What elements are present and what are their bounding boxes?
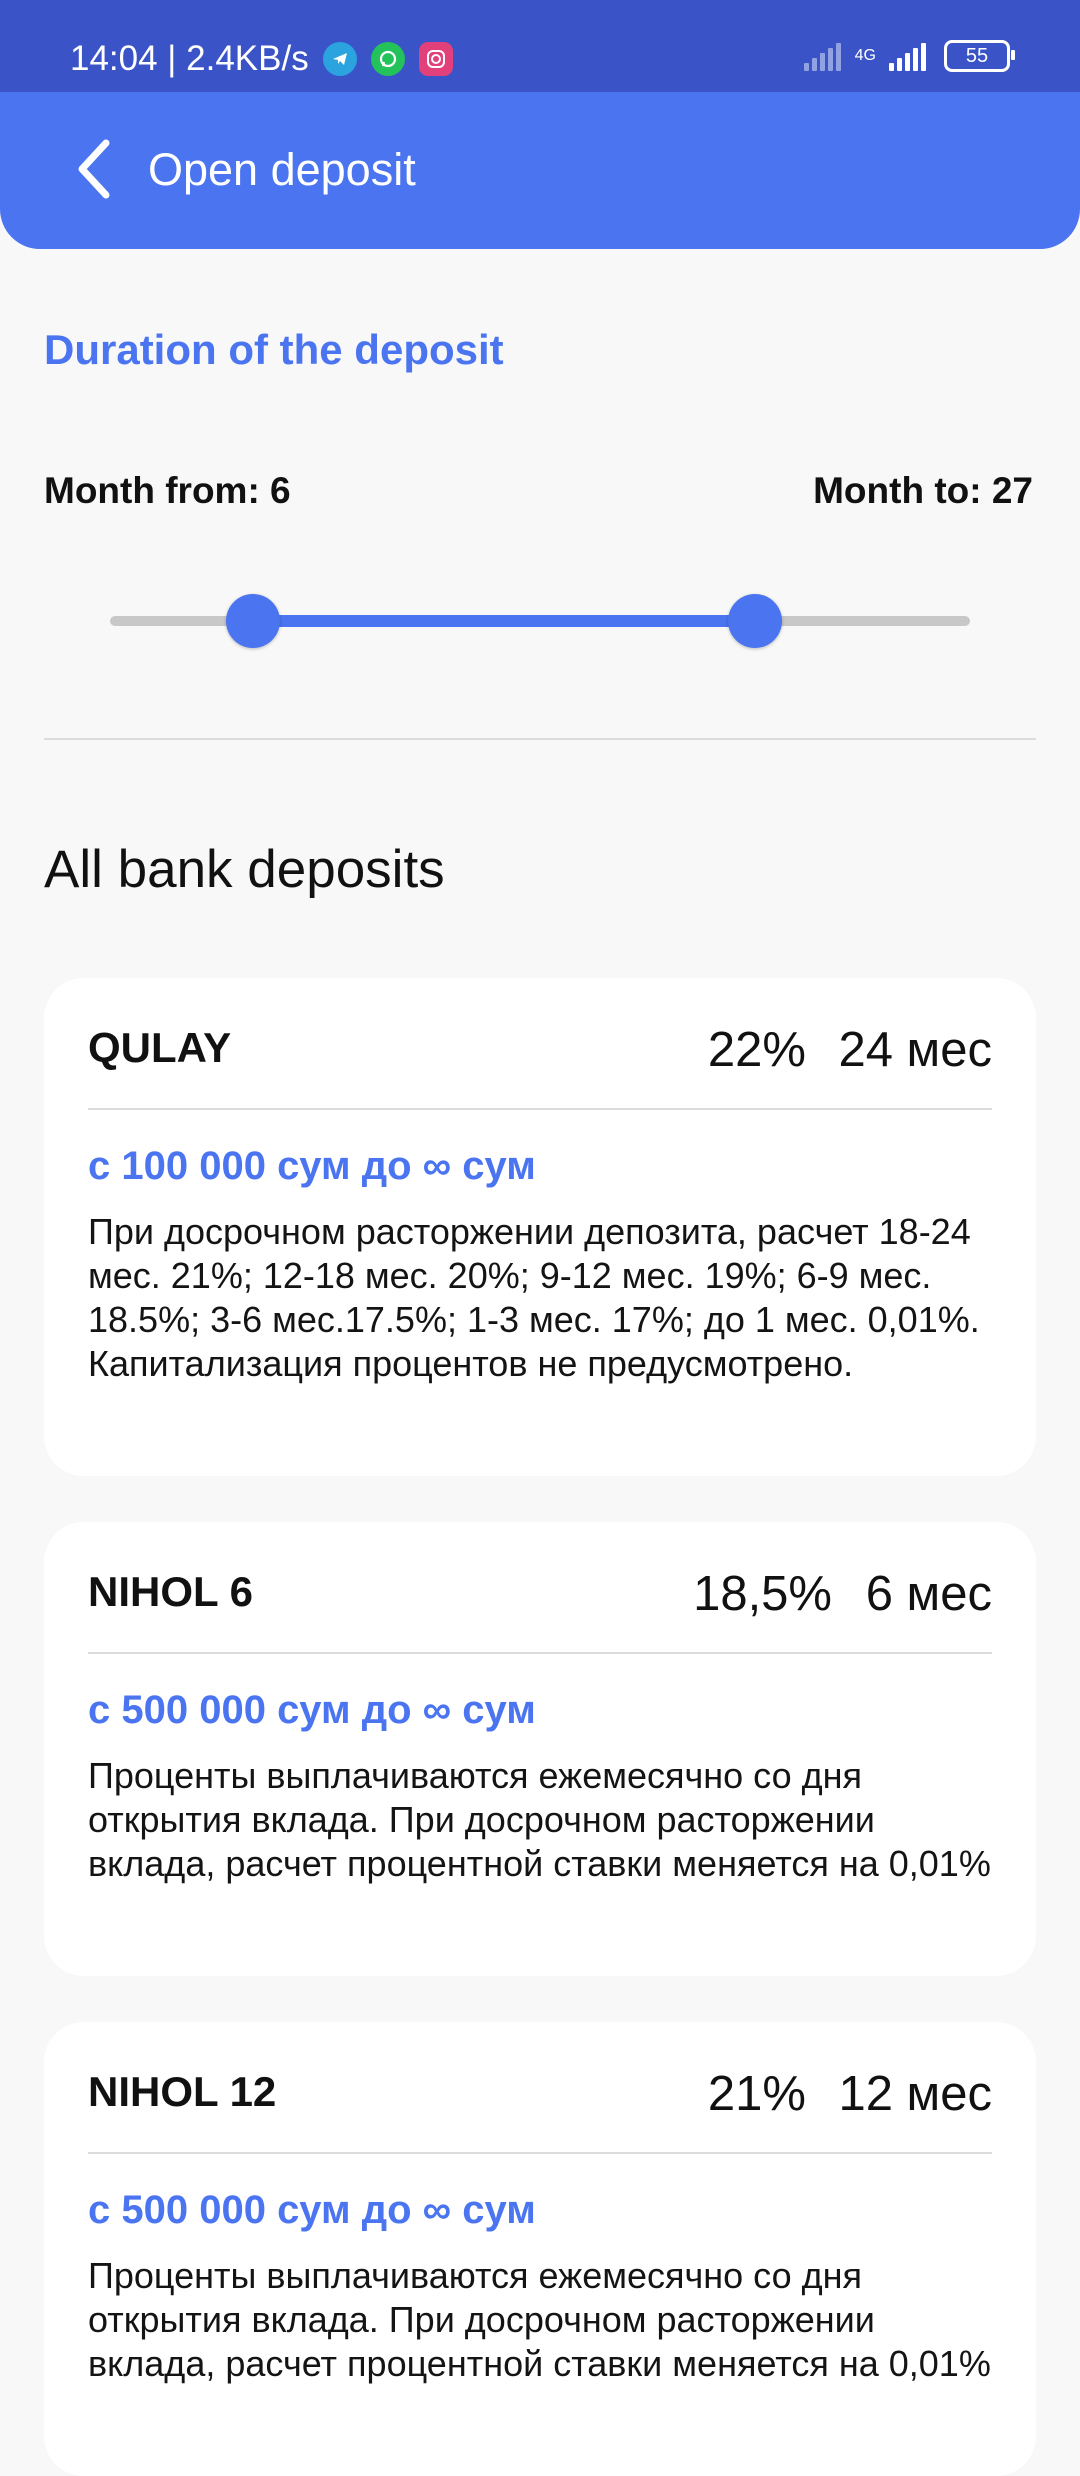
deposit-description: Проценты выплачиваются ежемесячно со дня…: [88, 2255, 991, 2384]
slider-thumb-to[interactable]: [728, 594, 782, 648]
signal-icon: [801, 41, 841, 71]
deposit-term: 6 мес: [865, 1567, 992, 1621]
month-from-label: Month from: 6: [44, 470, 291, 511]
status-time-speed: 14:04 | 2.4KB/s: [70, 39, 309, 78]
slider-range-fill: [253, 615, 755, 627]
deposit-amount-range: с 100 000 сум до ∞ сум: [88, 1144, 536, 1188]
deposit-card-header: NIHOL 6 18,5% 6 мес: [88, 1522, 992, 1652]
deposit-rate: 21%: [707, 2067, 806, 2121]
card-divider: [88, 1652, 992, 1654]
deposit-card[interactable]: QULAY 22% 24 мес с 100 000 сум до ∞ сум …: [44, 978, 1036, 1476]
month-range-slider[interactable]: [110, 594, 970, 648]
card-divider: [88, 2152, 992, 2154]
deposit-description: При досрочном расторжении депозита, расч…: [88, 1211, 980, 1384]
app-bar: Open deposit: [0, 92, 1080, 249]
deposit-term: 12 мес: [838, 2067, 992, 2121]
deposit-amount-range: с 500 000 сум до ∞ сум: [88, 1688, 536, 1732]
divider: [44, 738, 1036, 740]
duration-section-title: Duration of the deposit: [44, 326, 504, 373]
status-right: 4G 55: [791, 40, 1015, 72]
whatsapp-icon: [370, 42, 405, 76]
battery-level: 55: [965, 44, 989, 67]
slider-thumb-from[interactable]: [226, 594, 281, 648]
deposit-name: NIHOL 6: [88, 1568, 253, 1615]
deposit-card-header: NIHOL 12 21% 12 мес: [88, 2022, 992, 2152]
network-type: 4G: [854, 47, 876, 64]
deposit-card-header: QULAY 22% 24 мес: [88, 978, 992, 1108]
card-divider: [88, 1108, 992, 1110]
deposit-amount-range: с 500 000 сум до ∞ сум: [88, 2188, 536, 2232]
deposit-name: QULAY: [88, 1024, 232, 1071]
battery-icon: 55: [944, 40, 1015, 72]
deposit-card[interactable]: NIHOL 12 21% 12 мес с 500 000 сум до ∞ с…: [44, 2022, 1036, 2476]
telegram-icon: [322, 42, 357, 76]
deposit-card[interactable]: NIHOL 6 18,5% 6 мес с 500 000 сум до ∞ с…: [44, 1522, 1036, 1976]
deposit-description: Проценты выплачиваются ежемесячно со дня…: [88, 1755, 991, 1884]
deposit-rate: 18,5%: [693, 1567, 832, 1621]
instagram-icon: [418, 42, 453, 76]
deposits-list-title: All bank deposits: [44, 840, 445, 899]
deposit-term: 24 мес: [838, 1023, 992, 1077]
page-title: Open deposit: [148, 144, 416, 195]
month-to-label: Month to: 27: [813, 470, 1033, 511]
deposit-rate: 22%: [707, 1023, 806, 1077]
status-left: 14:04 | 2.4KB/s: [70, 38, 453, 80]
chevron-left-icon: [78, 139, 110, 199]
signal-4g-icon: [886, 41, 926, 71]
status-bar: 14:04 | 2.4KB/s 4G 55: [0, 0, 1080, 92]
back-button[interactable]: [64, 134, 124, 204]
deposit-name: NIHOL 12: [88, 2068, 277, 2115]
